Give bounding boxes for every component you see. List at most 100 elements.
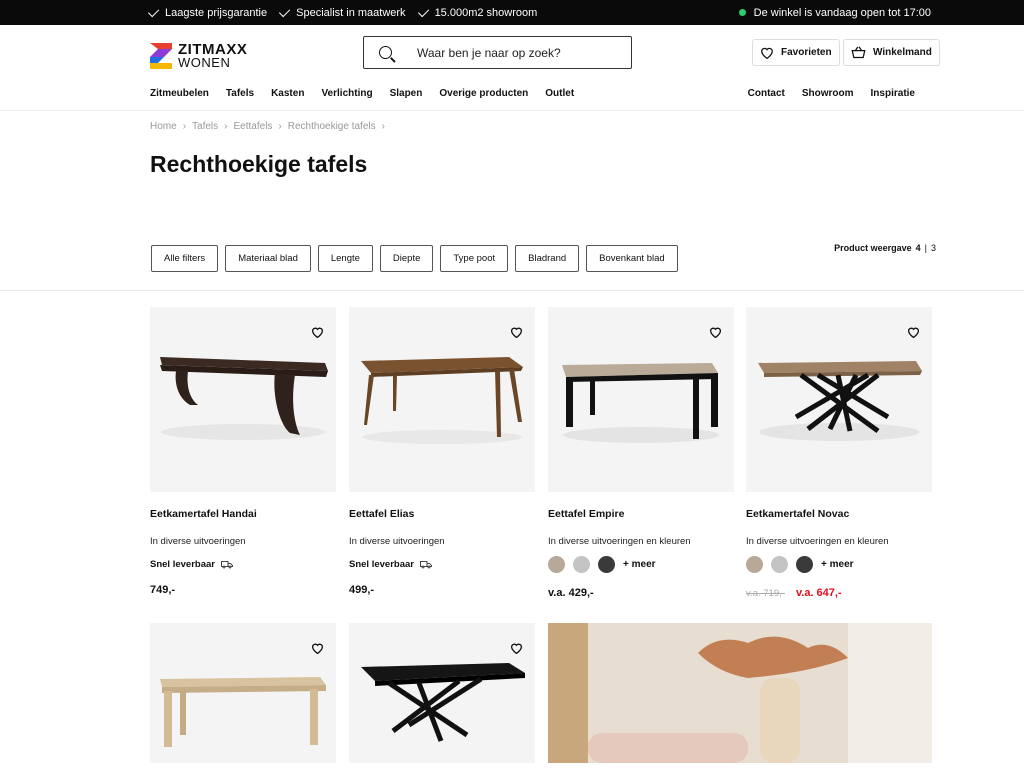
view-option-3[interactable]: 3 — [931, 243, 936, 253]
truck-icon — [420, 561, 432, 569]
check-icon — [279, 5, 291, 17]
filter-bovenkant-blad[interactable]: Bovenkant blad — [586, 245, 678, 272]
filter-type-poot[interactable]: Type poot — [440, 245, 509, 272]
filter-diepte[interactable]: Diepte — [379, 245, 434, 272]
heart-icon[interactable] — [709, 326, 722, 338]
secondary-nav: Contact Showroom Inspiratie — [748, 88, 915, 99]
product-card[interactable]: Eetkamertafel Novac In diverse uitvoerin… — [746, 307, 932, 599]
color-swatches: + meer — [746, 556, 932, 573]
heart-icon — [761, 47, 773, 59]
heart-icon[interactable] — [510, 326, 523, 338]
product-price: v.a. 719,- v.a. 647,- — [746, 587, 932, 599]
favorites-button[interactable]: Favorieten — [752, 39, 840, 66]
page-title: Rechthoekige tafels — [150, 151, 368, 177]
nav-item-tafels[interactable]: Tafels — [226, 88, 254, 99]
product-price: v.a. 429,- — [548, 587, 594, 599]
filter-lengte[interactable]: Lengte — [317, 245, 373, 272]
product-image[interactable] — [349, 623, 535, 763]
table-empire-image — [562, 363, 719, 443]
table-novac-image — [758, 361, 922, 441]
color-swatch[interactable] — [573, 556, 590, 573]
product-image[interactable] — [150, 623, 336, 763]
nav-item-inspiratie[interactable]: Inspiratie — [871, 88, 915, 99]
delivery-status: Snel leverbaar — [150, 559, 336, 570]
breadcrumb-tafels[interactable]: Tafels — [192, 121, 218, 132]
logo-icon — [150, 43, 172, 69]
nav-item-zitmeubelen[interactable]: Zitmeubelen — [150, 88, 209, 99]
color-swatch[interactable] — [548, 556, 565, 573]
usp-item: 15.000m2 showroom — [417, 5, 537, 19]
filter-all[interactable]: Alle filters — [151, 245, 219, 272]
product-name[interactable]: Eetkamertafel Novac — [746, 508, 932, 520]
breadcrumb-eettafels[interactable]: Eettafels — [234, 121, 273, 132]
basket-icon — [851, 46, 866, 59]
inspiration-banner-image[interactable] — [548, 623, 932, 763]
filter-materiaal-blad[interactable]: Materiaal blad — [225, 245, 311, 272]
product-image[interactable] — [150, 307, 336, 492]
heart-icon[interactable] — [510, 642, 523, 654]
product-card[interactable]: Eettafel Empire In diverse uitvoeringen … — [548, 307, 734, 599]
nav-item-slapen[interactable]: Slapen — [390, 88, 423, 99]
color-swatch[interactable] — [796, 556, 813, 573]
table-light-wood-image — [160, 677, 326, 747]
product-name[interactable]: Eettafel Empire — [548, 508, 734, 520]
more-colors-link[interactable]: + meer — [821, 559, 854, 570]
product-image[interactable] — [349, 307, 535, 492]
view-label: Product weergave — [834, 243, 912, 253]
color-swatch[interactable] — [598, 556, 615, 573]
product-name[interactable]: Eettafel Elias — [349, 508, 535, 520]
product-price: 499,- — [349, 584, 375, 596]
product-price: 749,- — [150, 584, 176, 596]
filter-bar: Alle filters Materiaal blad Lengte Diept… — [151, 245, 678, 272]
product-image[interactable] — [548, 307, 734, 492]
product-image[interactable] — [746, 307, 932, 492]
truck-icon — [221, 561, 233, 569]
nav-item-verlichting[interactable]: Verlichting — [321, 88, 372, 99]
search-icon — [379, 46, 392, 59]
check-icon — [417, 5, 429, 17]
more-colors-link[interactable]: + meer — [623, 559, 656, 570]
breadcrumb-current[interactable]: Rechthoekige tafels — [288, 121, 376, 132]
color-swatch[interactable] — [746, 556, 763, 573]
nav-item-outlet[interactable]: Outlet — [545, 88, 574, 99]
product-card[interactable]: Eettafel Elias In diverse uitvoeringen S… — [349, 307, 535, 596]
filter-bladrand[interactable]: Bladrand — [515, 245, 580, 272]
table-handai-image — [160, 357, 328, 440]
usp-item: Laagste prijsgarantie — [147, 5, 267, 19]
status-dot-icon — [738, 9, 746, 16]
heart-icon[interactable] — [907, 326, 920, 338]
nav-item-showroom[interactable]: Showroom — [802, 88, 854, 99]
breadcrumb: Home › Tafels › Eettafels › Rechthoekige ta… — [150, 121, 385, 132]
cart-button[interactable]: Winkelmand — [843, 39, 940, 66]
sale-price: v.a. 647,- — [795, 587, 842, 599]
product-name[interactable]: Eetkamertafel Handai — [150, 508, 336, 520]
product-card[interactable]: Eetkamertafel Handai In diverse uitvoeri… — [150, 307, 336, 596]
nav-item-overige-producten[interactable]: Overige producten — [439, 88, 528, 99]
nav-item-kasten[interactable]: Kasten — [271, 88, 304, 99]
table-elias-image — [361, 357, 523, 444]
product-variants: In diverse uitvoeringen en kleuren — [746, 536, 889, 547]
search-placeholder: Waar ben je naar op zoek? — [417, 45, 561, 60]
heart-icon[interactable] — [311, 642, 324, 654]
color-swatches: + meer — [548, 556, 734, 573]
main-nav: Zitmeubelen Tafels Kasten Verlichting Sl… — [150, 88, 574, 99]
product-card[interactable] — [150, 623, 336, 763]
site-header: ZITMAXX WONEN Waar ben je naar op zoek? … — [0, 25, 1024, 110]
view-option-4[interactable]: 4 — [916, 243, 921, 253]
table-black-image — [361, 663, 525, 742]
product-card[interactable] — [349, 623, 535, 763]
breadcrumb-home[interactable]: Home — [150, 121, 177, 132]
color-swatch[interactable] — [771, 556, 788, 573]
product-variants: In diverse uitvoeringen en kleuren — [548, 536, 691, 547]
store-open-status[interactable]: De winkel is vandaag open tot 17:00 — [738, 7, 931, 19]
search-input[interactable]: Waar ben je naar op zoek? — [363, 36, 632, 69]
check-icon — [147, 5, 160, 17]
header-divider — [0, 110, 1024, 111]
product-variants: In diverse uitvoeringen — [349, 536, 445, 547]
heart-icon[interactable] — [311, 326, 324, 338]
interior-photo — [548, 623, 932, 763]
nav-item-contact[interactable]: Contact — [748, 88, 785, 99]
old-price: v.a. 719,- — [746, 588, 785, 599]
logo[interactable]: ZITMAXX WONEN — [150, 42, 247, 69]
usp-item: Specialist in maatwerk — [279, 5, 406, 19]
